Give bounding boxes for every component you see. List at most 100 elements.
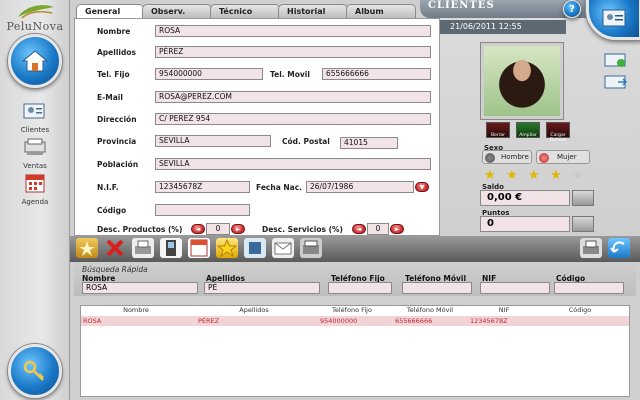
print-list-button[interactable] — [580, 238, 602, 258]
radio-hombre-icon — [485, 153, 495, 163]
fecha-nac-field[interactable]: 26/07/1986 — [306, 181, 414, 193]
qs-nif-input[interactable] — [480, 282, 550, 294]
rating-star-icon[interactable]: ★ — [484, 168, 496, 183]
home-button[interactable] — [8, 34, 62, 88]
sexo-mujer-option[interactable]: Mujer — [536, 150, 590, 164]
tab-general[interactable]: General — [76, 4, 144, 19]
tab-album[interactable]: Album — [346, 4, 416, 18]
favorite-button[interactable] — [216, 238, 238, 258]
exit-arrow-icon — [610, 241, 625, 253]
codigo-field[interactable] — [155, 204, 250, 216]
tab-historial[interactable]: Historial — [278, 4, 348, 18]
direccion-label: Dirección — [97, 115, 137, 124]
desc-servicios-increase-button[interactable]: ► — [390, 224, 404, 234]
mail-button[interactable] — [272, 238, 294, 258]
fax-button[interactable] — [300, 238, 322, 258]
col-tel-fijo[interactable]: Teléfono Fijo — [312, 306, 392, 314]
qs-nombre-input[interactable]: ROSA — [82, 282, 198, 294]
clients-icon — [23, 103, 45, 119]
close-module-button[interactable] — [608, 238, 630, 258]
provincia-field[interactable]: SEVILLA — [155, 135, 271, 147]
cod-postal-field[interactable]: 41015 — [340, 137, 398, 149]
sidebar-item-label: Ventas — [23, 162, 47, 170]
photo-enlarge-button[interactable]: Ampliar — [516, 122, 540, 138]
desc-servicios-decrease-button[interactable]: ◄ — [352, 224, 366, 234]
fecha-nac-label: Fecha Nac. — [256, 183, 302, 192]
row-nombre: ROSA — [83, 317, 102, 325]
sexo-mujer-label: Mujer — [557, 153, 577, 161]
tel-fijo-field[interactable]: 954000000 — [155, 68, 263, 80]
sidebar-item-clientes[interactable]: Clientes — [0, 100, 70, 134]
sidebar-item-agenda[interactable]: Agenda — [0, 172, 70, 206]
help-button[interactable]: ? — [563, 0, 581, 18]
col-nombre[interactable]: Nombre — [96, 306, 176, 314]
sidebar-item-ventas[interactable]: Ventas — [0, 136, 70, 170]
calendar-small-icon — [190, 239, 208, 257]
desc-productos-label: Desc. Productos (%) — [97, 225, 183, 234]
sidebar-item-label: Clientes — [20, 126, 50, 134]
print-button[interactable] — [132, 238, 154, 258]
qs-apellidos-input[interactable]: PÉ — [204, 282, 320, 294]
mail-icon — [274, 242, 292, 255]
apellidos-field[interactable]: PÉREZ — [155, 46, 431, 58]
card-send-icon — [604, 75, 628, 89]
desc-productos-increase-button[interactable]: ► — [231, 224, 245, 234]
desc-servicios-label: Desc. Servicios (%) — [262, 225, 343, 234]
email-label: E-Mail — [97, 93, 123, 102]
new-star-icon — [79, 241, 95, 256]
fax-icon — [303, 240, 319, 254]
poblacion-label: Población — [97, 160, 139, 169]
card-check-button[interactable] — [604, 52, 628, 67]
rating-star-icon[interactable]: ★ — [506, 168, 518, 183]
sexo-hombre-option[interactable]: Hombre — [482, 150, 532, 164]
rating-star-icon[interactable]: ★ — [528, 168, 540, 183]
cod-postal-label: Cód. Postal — [282, 137, 330, 146]
col-codigo[interactable]: Código — [540, 306, 620, 314]
home-icon — [21, 50, 49, 72]
puntos-action-button[interactable] — [572, 216, 594, 232]
window-title: CLIENTES — [428, 0, 495, 11]
tab-observ[interactable]: Observ. — [142, 4, 212, 18]
qs-codigo-input[interactable] — [554, 282, 624, 294]
delete-button[interactable] — [104, 238, 126, 258]
photo-delete-button[interactable]: Borrar — [486, 122, 510, 138]
date-picker-button[interactable]: ▼ — [415, 182, 429, 192]
keys-button[interactable] — [8, 344, 62, 398]
email-field[interactable]: ROSA@PEREZ.COM — [155, 91, 431, 103]
app-logo-text: PeluNova — [6, 20, 64, 33]
client-photo-frame — [480, 42, 564, 120]
card-check-icon — [604, 53, 626, 67]
desc-productos-field[interactable]: 0 — [206, 223, 230, 235]
new-button[interactable] — [76, 238, 98, 258]
saldo-action-button[interactable] — [572, 190, 594, 206]
photo-load-button[interactable]: Cargar Fichero — [546, 122, 570, 143]
nif-field[interactable]: 12345678Z — [155, 181, 250, 193]
qs-tel-fijo-input[interactable] — [328, 282, 392, 294]
radio-mujer-icon — [539, 153, 549, 163]
printer-icon — [135, 240, 151, 254]
rating-star-icon[interactable]: ★ — [572, 168, 584, 183]
col-nif[interactable]: NIF — [464, 306, 544, 314]
qs-tel-movil-input[interactable] — [402, 282, 472, 294]
rating-star-icon[interactable]: ★ — [550, 168, 562, 183]
desc-productos-decrease-button[interactable]: ◄ — [191, 224, 205, 234]
calendar-button[interactable] — [188, 238, 210, 258]
desc-servicios-field[interactable]: 0 — [367, 223, 389, 235]
nombre-label: Nombre — [97, 27, 131, 36]
sms-button[interactable] — [244, 238, 266, 258]
tel-fijo-label: Tel. Fijo — [97, 70, 130, 79]
tel-movil-field[interactable]: 655666666 — [322, 68, 431, 80]
sexo-hombre-label: Hombre — [501, 153, 529, 161]
tab-tecnico[interactable]: Técnico — [210, 4, 280, 18]
logo-leaf-icon — [18, 5, 54, 19]
nombre-field[interactable]: ROSA — [155, 25, 431, 37]
direccion-field[interactable]: C/ PEREZ 954 — [155, 113, 431, 125]
row-apellidos: PÉREZ — [198, 317, 220, 325]
poblacion-field[interactable]: SEVILLA — [155, 158, 431, 170]
card-send-button[interactable] — [604, 74, 628, 89]
col-tel-movil[interactable]: Teléfono Móvil — [390, 306, 470, 314]
row-nif: 12345678Z — [470, 317, 508, 325]
col-apellidos[interactable]: Apellidos — [214, 306, 294, 314]
phone-button[interactable] — [160, 238, 182, 258]
datetime-display: 21/06/2011 12:55 — [440, 20, 566, 34]
